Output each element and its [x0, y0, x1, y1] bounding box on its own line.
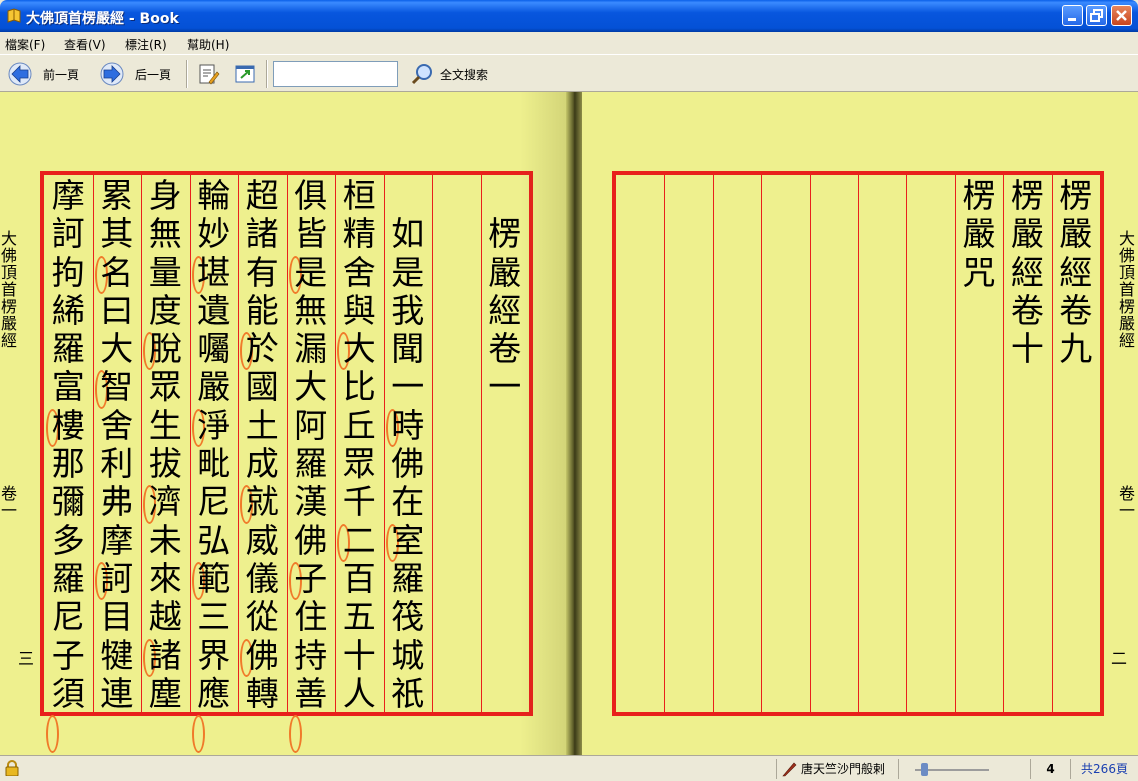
left-text-column: 桓精舍與大比丘眾千二百五十人 [335, 175, 384, 713]
toolbar-separator [186, 60, 188, 88]
left-text-column [432, 175, 481, 712]
left-text-column: 摩訶拘絺羅富樓那彌多羅尼子須 [44, 175, 93, 754]
right-text-column [616, 175, 664, 712]
right-column-text: 楞嚴經卷九 [1059, 176, 1093, 369]
left-text-grid: 楞嚴經卷一如是我聞一時佛在室羅筏城祇桓精舍與大比丘眾千二百五十人俱皆是無漏大阿羅… [40, 171, 533, 754]
right-text-column [664, 175, 712, 712]
right-page-number: 二 [1110, 649, 1127, 668]
window-title: 大佛頂首楞嚴經 - Book [26, 11, 179, 27]
punctuation-circle-mark [46, 715, 59, 754]
right-text-column [761, 175, 809, 712]
column-rule [761, 175, 763, 712]
fulltext-search-button[interactable]: 全文搜索 [440, 66, 488, 83]
right-column-text: 楞嚴經卷十 [1010, 176, 1044, 369]
close-icon [1116, 10, 1127, 21]
prev-page-button[interactable]: 前一頁 [43, 66, 79, 83]
left-margin-title: 大佛頂首楞嚴經 [0, 229, 17, 350]
left-column-text: 身無量度脫眾生拔濟未來越諸塵 [141, 176, 190, 713]
prev-page-arrow-icon[interactable] [8, 62, 32, 86]
restore-icon [1090, 9, 1103, 22]
right-text-grid: 楞嚴經卷九楞嚴經卷十楞嚴咒 [612, 171, 1104, 716]
lock-icon[interactable] [5, 760, 19, 776]
current-page[interactable]: 4 [1030, 759, 1070, 779]
left-column-text: 超諸有能於國土成就威儀從佛轉 [238, 176, 287, 713]
menu-file[interactable]: 檔案(F) [5, 36, 45, 53]
minimize-icon [1068, 18, 1076, 21]
left-text-column: 身無量度脫眾生拔濟未來越諸塵 [141, 175, 190, 713]
left-column-text: 俱皆是無漏大阿羅漢佛子住持善 [287, 176, 336, 754]
edit-note-icon[interactable] [196, 62, 220, 86]
minimize-button[interactable] [1062, 5, 1083, 26]
column-rule [858, 175, 859, 712]
column-rule [432, 175, 433, 712]
left-text-column: 如是我聞一時佛在室羅筏城祇 [383, 175, 433, 713]
left-column-text: 輪妙堪遺囑嚴淨毗尼弘範三界應 [190, 176, 239, 754]
next-page-arrow-icon[interactable] [100, 62, 124, 86]
left-text-column: 累其名曰大智舍利弗摩訶目犍連 [92, 175, 142, 713]
column-rule [906, 175, 908, 712]
book-view: 大佛頂首楞嚴經 卷一 三 楞嚴經卷一如是我聞一時佛在室羅筏城祇桓精舍與大比丘眾千… [0, 92, 1138, 755]
close-button[interactable] [1111, 5, 1132, 26]
status-bar: 唐天竺沙門般剌 4 共266頁 [0, 755, 1138, 781]
left-column-text: 桓精舍與大比丘眾千二百五十人 [335, 176, 384, 713]
toolbar: 前一頁 后一頁 全文搜索 [0, 54, 1138, 92]
right-text-column [809, 175, 858, 712]
punctuation-circle-mark [288, 715, 302, 754]
toolbar-separator-2 [266, 60, 268, 88]
left-column-text: 摩訶拘絺羅富樓那彌多羅尼子須 [44, 176, 93, 754]
book-app-icon [7, 8, 21, 23]
punctuation-circle-mark [191, 715, 205, 754]
column-rule [664, 175, 666, 712]
column-rule [809, 175, 811, 712]
left-column-text: 如是我聞一時佛在室羅筏城祇 [384, 214, 433, 713]
menu-bar: 檔案(F) 查看(V) 標注(R) 幫助(H) [0, 32, 1138, 54]
brush-icon [782, 762, 797, 777]
book-spine [566, 92, 582, 755]
left-text-column: 超諸有能於國土成就威儀從佛轉 [238, 175, 287, 713]
search-icon[interactable] [410, 62, 434, 86]
menu-view[interactable]: 查看(V) [64, 36, 106, 53]
right-text-column: 楞嚴咒 [954, 175, 1003, 712]
left-text-column: 輪妙堪遺囑嚴淨毗尼弘範三界應 [189, 175, 239, 754]
restore-button[interactable] [1086, 5, 1107, 26]
left-margin-volume: 卷一 [0, 484, 17, 520]
next-page-button[interactable]: 后一頁 [135, 66, 171, 83]
zoom-slider[interactable] [898, 759, 1030, 779]
slider-thumb[interactable] [921, 763, 928, 776]
export-icon[interactable] [233, 62, 257, 86]
translator-field: 唐天竺沙門般剌 [776, 759, 898, 779]
right-text-column [712, 175, 761, 712]
right-column-text: 楞嚴咒 [962, 176, 996, 292]
translator-text: 唐天竺沙門般剌 [801, 762, 886, 776]
right-text-column [906, 175, 954, 712]
left-page-number: 三 [17, 649, 34, 668]
left-column-text: 累其名曰大智舍利弗摩訶目犍連 [93, 176, 142, 713]
page-shadow [520, 92, 566, 755]
total-pages: 共266頁 [1070, 759, 1138, 779]
search-input[interactable] [273, 61, 398, 87]
right-page[interactable]: 楞嚴經卷九楞嚴經卷十楞嚴咒 大佛頂首楞嚴經 卷一 二 [582, 92, 1138, 755]
right-text-column: 楞嚴經卷十 [1003, 175, 1051, 712]
right-text-column [858, 175, 906, 712]
right-margin-volume: 卷一 [1118, 484, 1135, 520]
title-bar[interactable]: 大佛頂首楞嚴經 - Book [0, 0, 1138, 32]
menu-annotate[interactable]: 標注(R) [125, 36, 167, 53]
left-page[interactable]: 大佛頂首楞嚴經 卷一 三 楞嚴經卷一如是我聞一時佛在室羅筏城祇桓精舍與大比丘眾千… [0, 92, 566, 755]
right-margin-title: 大佛頂首楞嚴經 [1118, 229, 1135, 350]
column-rule [712, 175, 714, 712]
right-text-column: 楞嚴經卷九 [1051, 175, 1100, 712]
menu-help[interactable]: 幫助(H) [187, 36, 229, 53]
left-text-column: 俱皆是無漏大阿羅漢佛子住持善 [286, 175, 336, 754]
